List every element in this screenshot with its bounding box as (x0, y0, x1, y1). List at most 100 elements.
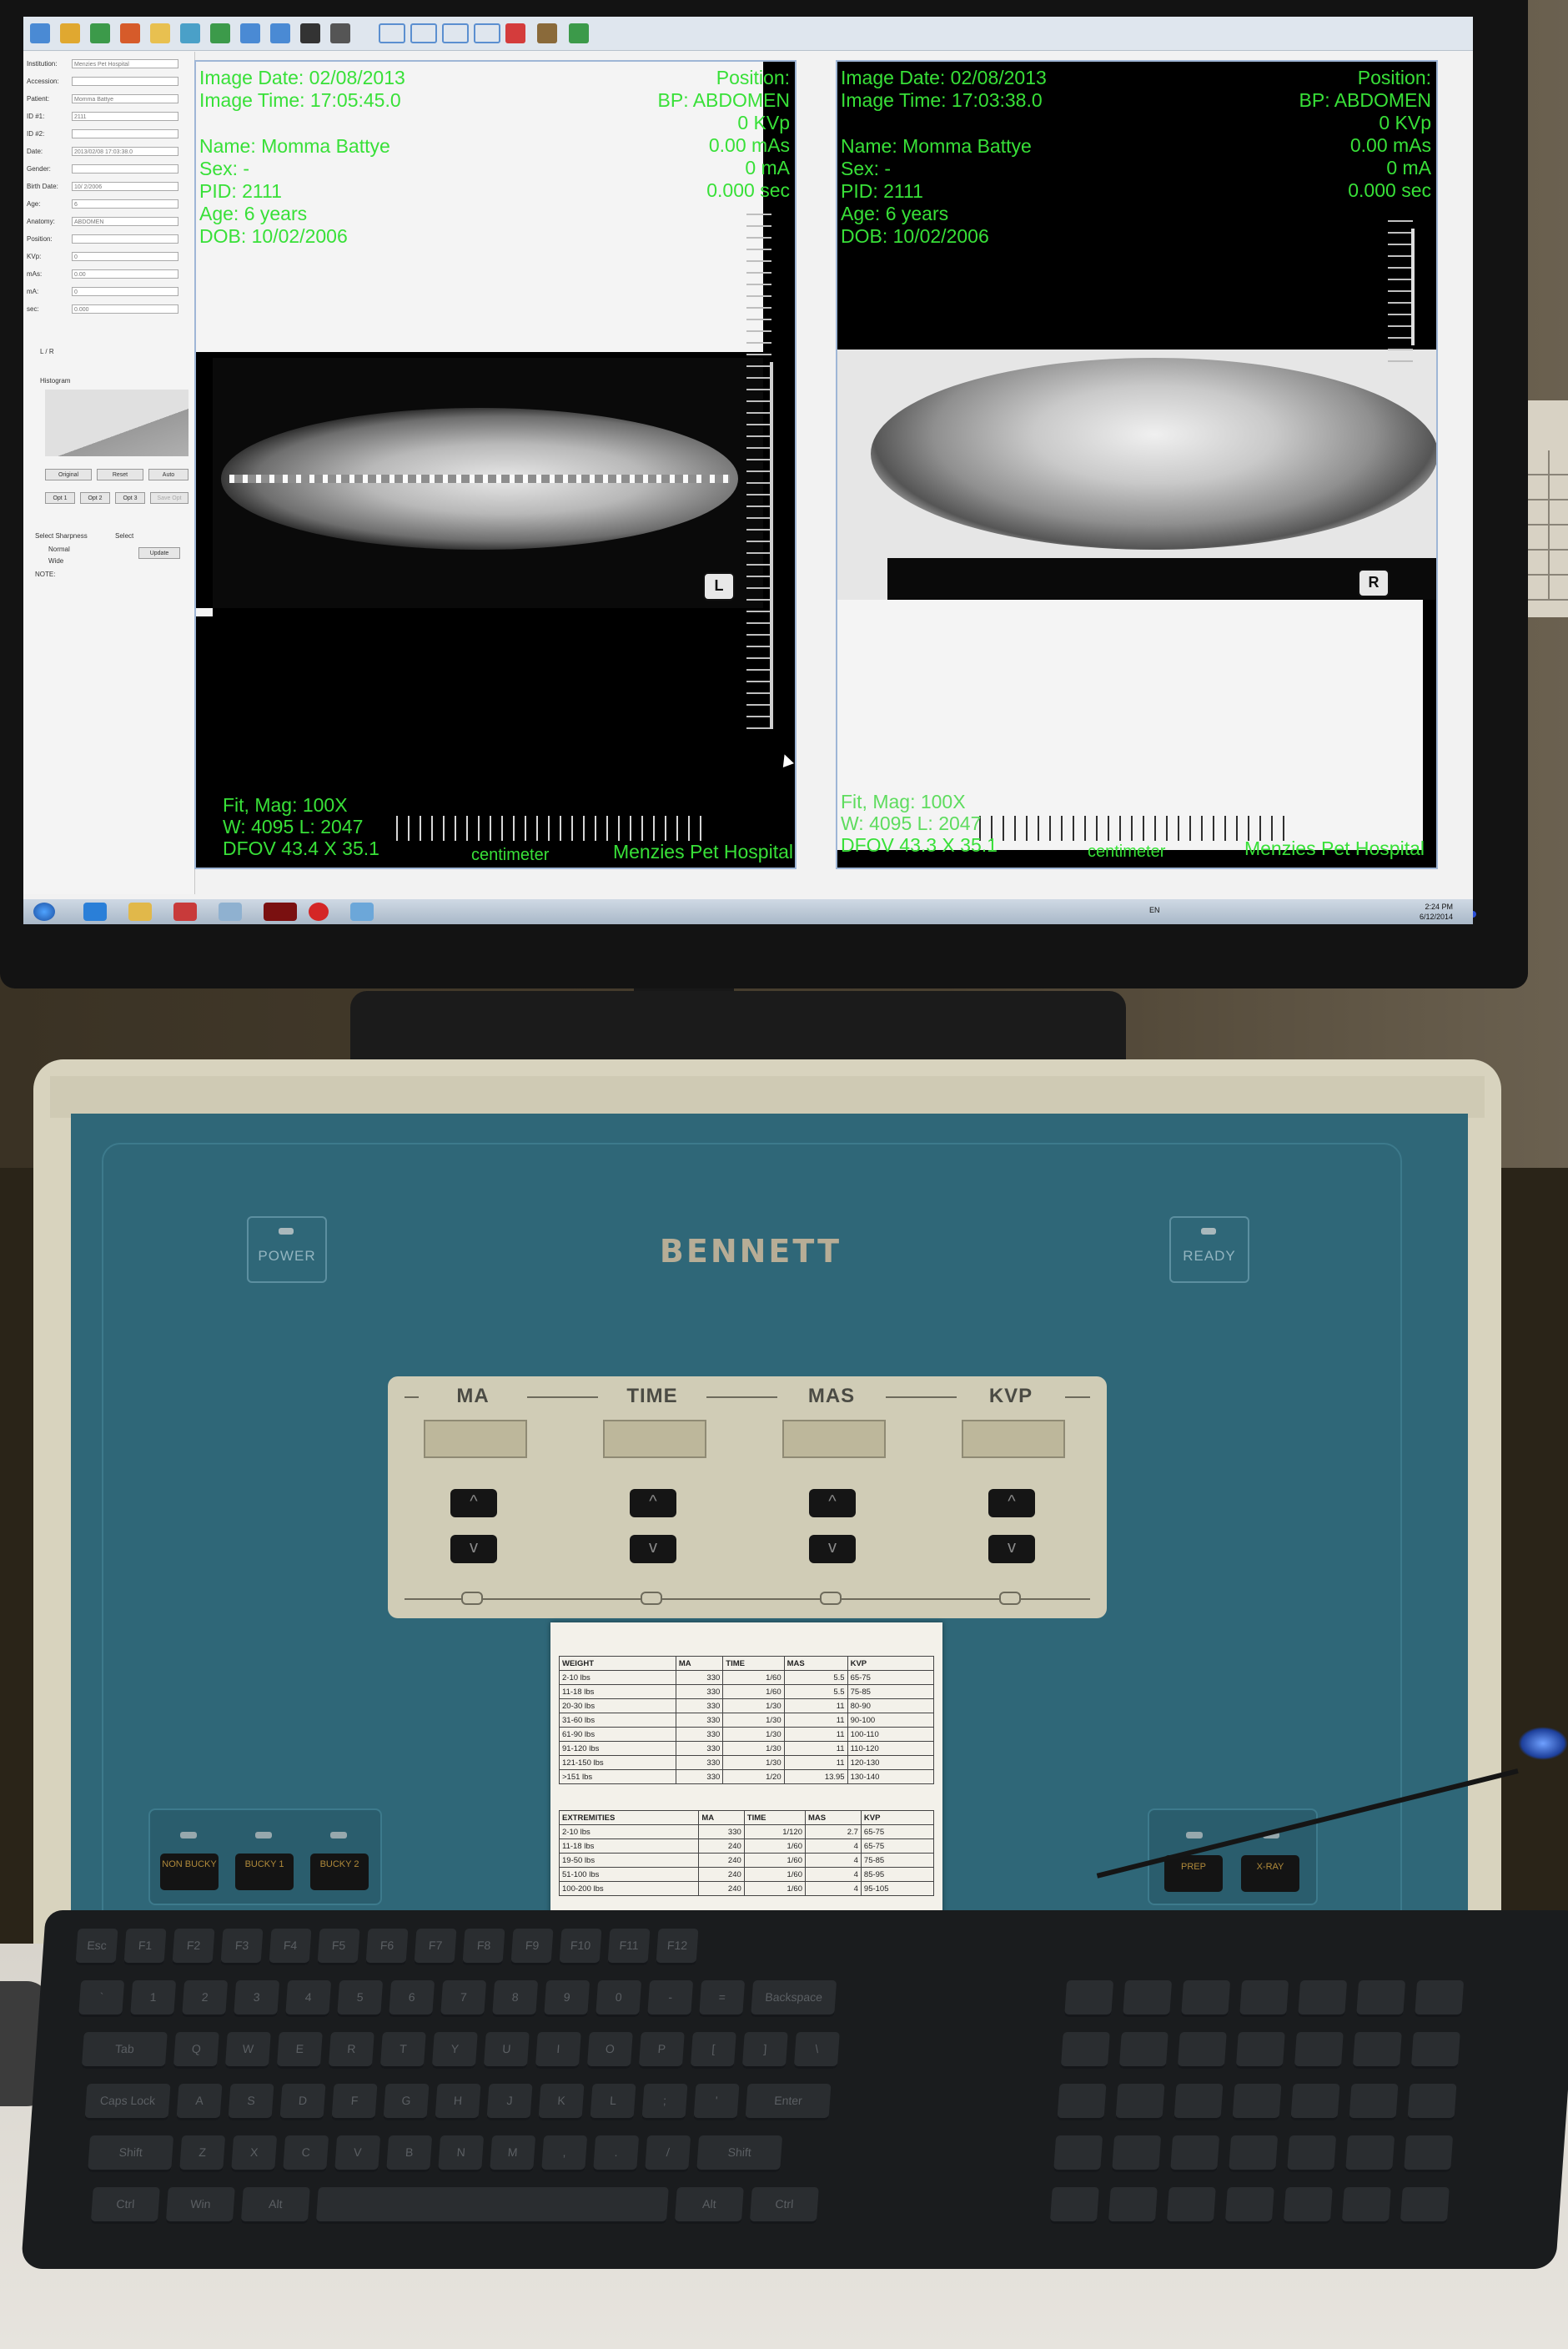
viewer-app-icon[interactable] (264, 903, 297, 921)
keyboard-key[interactable]: Tab (81, 2032, 168, 2069)
keyboard-key[interactable] (1224, 2187, 1274, 2224)
keyboard-key[interactable]: Q (173, 2032, 219, 2069)
keyboard-key[interactable]: , (541, 2135, 588, 2172)
original-button[interactable]: Original (45, 469, 92, 480)
keyboard-key[interactable]: B (386, 2135, 433, 2172)
keyboard-key[interactable]: Ctrl (749, 2187, 819, 2224)
keyboard-key[interactable]: P (638, 2032, 685, 2069)
keyboard-key[interactable] (1181, 1980, 1231, 2017)
keyboard-key[interactable] (1166, 2187, 1216, 2224)
update-button[interactable]: Update (138, 547, 180, 559)
field-input[interactable] (72, 129, 178, 138)
keyboard-key[interactable]: / (645, 2135, 691, 2172)
keyboard-key[interactable] (1294, 2032, 1344, 2069)
measure-icon[interactable] (330, 23, 350, 43)
keyboard-key[interactable] (1232, 2084, 1282, 2120)
keyboard-key[interactable]: 7 (440, 1980, 487, 2017)
keyboard-key[interactable]: K (538, 2084, 585, 2120)
field-input[interactable]: 0 (72, 252, 178, 261)
field-input[interactable]: 0.00 (72, 269, 178, 279)
field-input[interactable]: ABDOMEN (72, 217, 178, 226)
keyboard-key[interactable] (1287, 2135, 1337, 2172)
kvp-down-button[interactable]: v (988, 1535, 1035, 1563)
keyboard-key[interactable] (1123, 1980, 1173, 2017)
layout-3-icon[interactable] (442, 23, 469, 43)
time-up-button[interactable]: ^ (630, 1489, 676, 1517)
keyboard-key[interactable]: ] (741, 2032, 788, 2069)
rotate-icon[interactable] (180, 23, 200, 43)
keyboard-key[interactable] (315, 2187, 669, 2224)
keyboard-key[interactable]: Y (431, 2032, 478, 2069)
keyboard-key[interactable]: U (483, 2032, 530, 2069)
keyboard-key[interactable]: V (334, 2135, 381, 2172)
keyboard-key[interactable]: 9 (544, 1980, 591, 2017)
keyboard-key[interactable]: F6 (365, 1929, 409, 1965)
keyboard-key[interactable]: 8 (492, 1980, 539, 2017)
keyboard-key[interactable] (1170, 2135, 1220, 2172)
bucky1-button[interactable]: BUCKY 1 (235, 1854, 294, 1890)
flip-icon[interactable] (210, 23, 230, 43)
layout-1-icon[interactable] (379, 23, 405, 43)
keyboard-key[interactable]: F5 (317, 1929, 360, 1965)
mas-up-button[interactable]: ^ (809, 1489, 856, 1517)
keyboard-key[interactable] (1177, 2032, 1227, 2069)
xray-button[interactable]: X-RAY (1241, 1855, 1299, 1892)
reset-button[interactable]: Reset (97, 469, 143, 480)
user-app-icon[interactable] (350, 903, 374, 921)
keyboard-key[interactable]: Esc (75, 1929, 118, 1965)
keyboard-key[interactable]: F7 (414, 1929, 457, 1965)
keyboard-key[interactable] (1352, 2032, 1402, 2069)
save-icon[interactable] (60, 23, 80, 43)
keyboard-key[interactable]: 2 (182, 1980, 229, 2017)
browser-icon[interactable] (83, 903, 107, 921)
keyboard-key[interactable] (1404, 2135, 1454, 2172)
time-down-button[interactable]: v (630, 1535, 676, 1563)
keyboard-key[interactable]: X (231, 2135, 278, 2172)
keyboard-key[interactable]: Enter (745, 2084, 832, 2120)
keyboard-key[interactable] (1341, 2187, 1391, 2224)
keyboard-key[interactable]: 0 (596, 1980, 642, 2017)
keyboard-key[interactable] (1118, 2032, 1168, 2069)
media-player-icon[interactable] (173, 903, 197, 921)
field-input[interactable]: Momma Battye (72, 94, 178, 103)
keyboard-key[interactable] (1053, 2135, 1103, 2172)
keyboard-key[interactable]: F12 (656, 1929, 699, 1965)
keyboard-key[interactable] (1290, 2084, 1340, 2120)
prep-button[interactable]: PREP (1164, 1855, 1223, 1892)
undo-icon[interactable] (240, 23, 260, 43)
keyboard-key[interactable] (1235, 2032, 1285, 2069)
keyboard-key[interactable]: ` (78, 1980, 125, 2017)
field-input[interactable]: 0.000 (72, 304, 178, 314)
keyboard-key[interactable]: F11 (607, 1929, 651, 1965)
keyboard-key[interactable] (1349, 2084, 1399, 2120)
keyboard-key[interactable] (1057, 2084, 1107, 2120)
keyboard-key[interactable] (1115, 2084, 1165, 2120)
wide-option[interactable]: Wide (48, 557, 63, 565)
keyboard-key[interactable]: F2 (172, 1929, 215, 1965)
keyboard-key[interactable]: Shift (88, 2135, 174, 2172)
field-input[interactable] (72, 164, 178, 174)
keyboard-key[interactable] (1298, 1980, 1348, 2017)
field-input[interactable]: 2013/02/08 17:03:38.0 (72, 147, 178, 156)
print-icon[interactable] (90, 23, 110, 43)
folder-icon[interactable] (150, 23, 170, 43)
keyboard-key[interactable]: M (490, 2135, 536, 2172)
keyboard-key[interactable]: - (647, 1980, 694, 2017)
bucky2-button[interactable]: BUCKY 2 (310, 1854, 369, 1890)
keyboard-key[interactable] (1108, 2187, 1158, 2224)
opt1-button[interactable]: Opt 1 (45, 492, 75, 504)
keyboard-key[interactable]: \ (793, 2032, 840, 2069)
export-icon[interactable] (120, 23, 140, 43)
keyboard-key[interactable]: = (699, 1980, 746, 2017)
open-icon[interactable] (30, 23, 50, 43)
keyboard-key[interactable]: 1 (130, 1980, 177, 2017)
keyboard[interactable]: Esc F1 F2 F3 F4 F5 F6 F7 F8 F9 F10 F11 F12 ` 1 2 3 4 5 6 7 8 9… (20, 1910, 1568, 2269)
keyboard-key[interactable]: L (590, 2084, 636, 2120)
keyboard-key[interactable]: [ (690, 2032, 736, 2069)
keyboard-key[interactable]: 4 (285, 1980, 332, 2017)
keyboard-key[interactable]: ' (693, 2084, 740, 2120)
keyboard-key[interactable] (1400, 2187, 1450, 2224)
keyboard-key[interactable]: R (328, 2032, 374, 2069)
opt3-button[interactable]: Opt 3 (115, 492, 145, 504)
keyboard-key[interactable]: I (535, 2032, 581, 2069)
